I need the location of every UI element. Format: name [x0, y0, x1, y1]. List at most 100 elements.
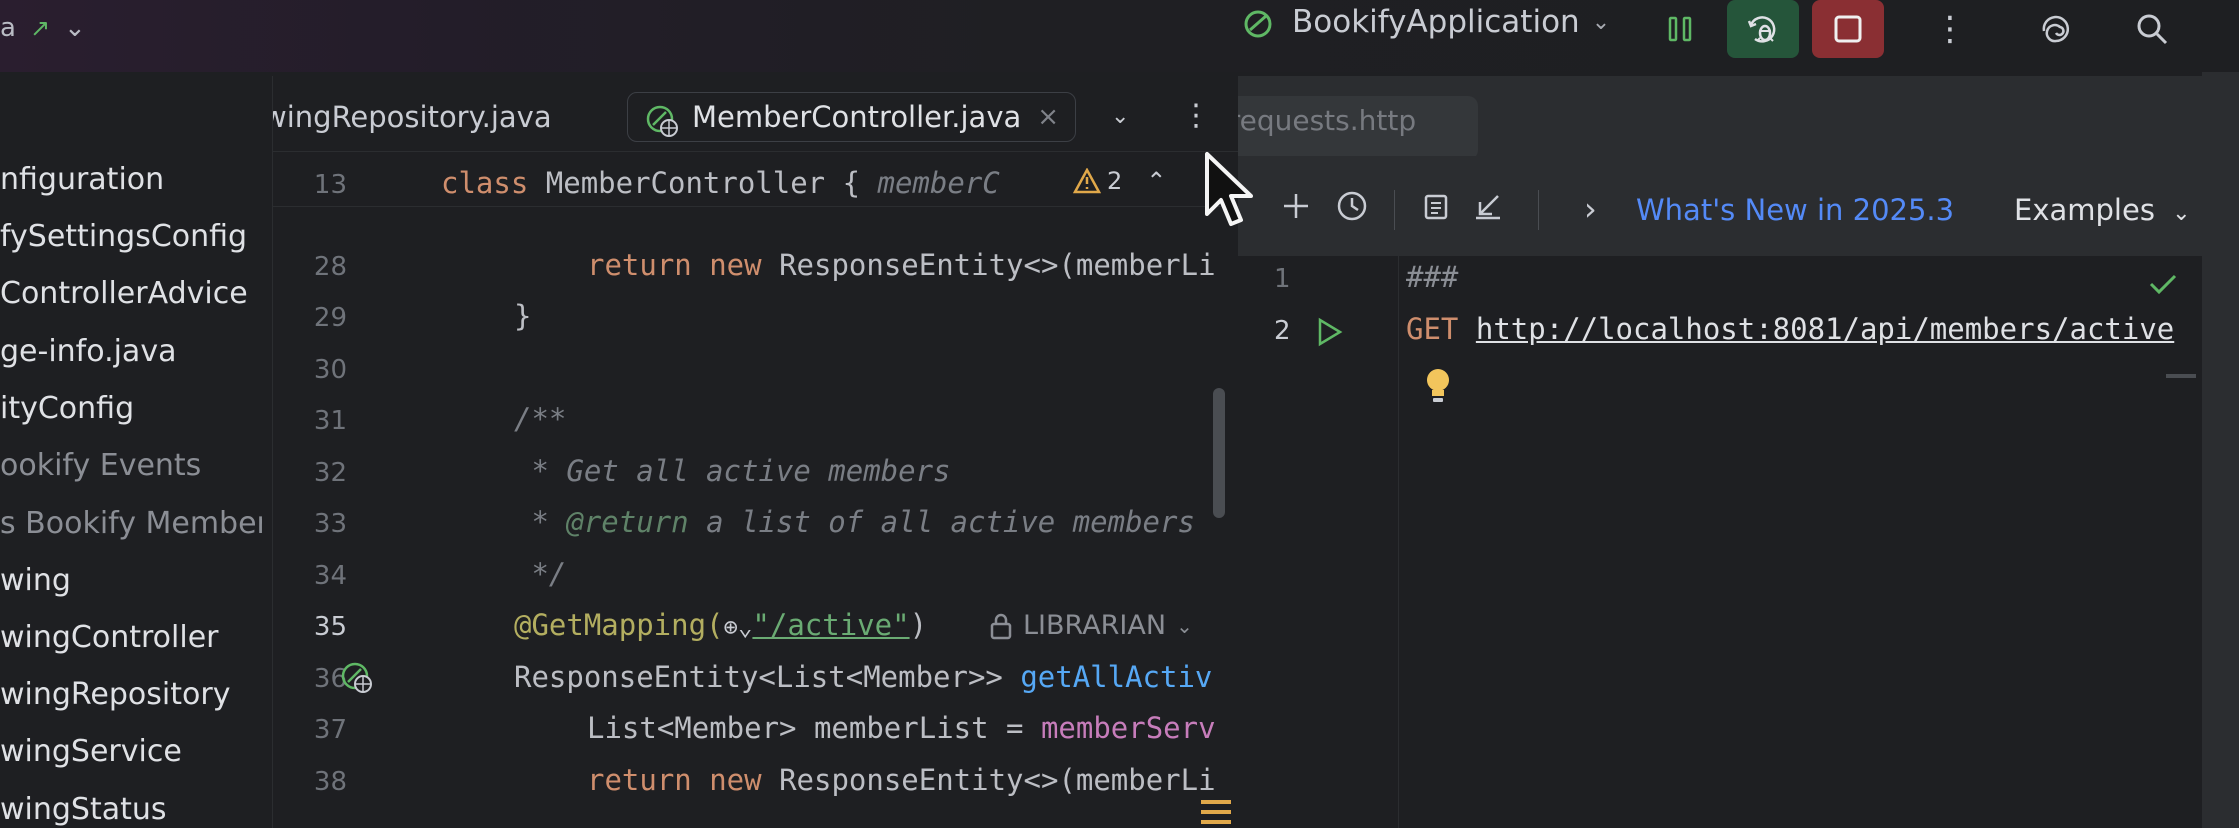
- examples-dropdown[interactable]: Examples ⌄: [2014, 193, 2191, 227]
- ai-assistant-icon: [2042, 15, 2070, 43]
- keyword: return new: [587, 763, 762, 797]
- globe-icon[interactable]: ⊕⌄: [724, 613, 753, 641]
- warning-icon: [1073, 168, 1101, 194]
- code-line: ResponseEntity<List<Member>> getAllActiv: [514, 660, 1212, 694]
- error-stripe-marker[interactable]: [1201, 800, 1231, 804]
- tree-item[interactable]: wingController: [0, 620, 219, 660]
- code-line: return new ResponseEntity<>(memberLi: [587, 248, 1216, 282]
- project-tree: nfiguration fySettingsConfig ControllerA…: [0, 76, 262, 828]
- line-number: 1: [1274, 264, 1291, 294]
- line-number-current: 35: [313, 612, 347, 642]
- mouse-cursor-icon: [1205, 152, 1253, 226]
- breadcrumb-chevron-icon[interactable]: ›: [1584, 190, 1597, 228]
- tree-item[interactable]: ookify Events: [0, 448, 201, 488]
- import-icon: [1476, 195, 1500, 220]
- line-number: 36: [313, 664, 347, 694]
- tab-borrowing-repository[interactable]: wingRepository.java: [273, 92, 552, 142]
- stop-icon: [1834, 15, 1862, 43]
- code-comment: * Get all active members: [514, 454, 951, 488]
- line-number: 33: [313, 509, 347, 539]
- security-role-hint[interactable]: LIBRARIAN ⌄: [989, 610, 1193, 641]
- endpoint-gutter-icon[interactable]: [339, 660, 375, 696]
- keyword: class: [441, 166, 529, 200]
- chevron-down-icon: ⌄: [1591, 9, 1611, 35]
- toolbar-separator: [1538, 190, 1539, 230]
- tabs-dropdown-icon[interactable]: ⌄: [1111, 104, 1129, 129]
- tree-item[interactable]: wingService: [0, 734, 182, 774]
- pause-button[interactable]: [1644, 0, 1716, 58]
- code-comment: /**: [514, 402, 567, 436]
- search-icon: [2137, 14, 2168, 45]
- spring-boot-icon: [1244, 10, 1272, 38]
- spring-controller-icon: [646, 105, 678, 137]
- request-separator: ###: [1406, 260, 1459, 294]
- line-number: 38: [313, 767, 347, 797]
- previous-highlight-icon[interactable]: ⌃: [1146, 167, 1166, 195]
- lightbulb-icon[interactable]: [1422, 366, 1454, 406]
- chevron-down-icon: ⌄: [1176, 613, 1193, 638]
- code-comment: *: [514, 505, 567, 539]
- tree-item[interactable]: ityConfig: [0, 391, 134, 431]
- copy-icon: [1424, 194, 1448, 220]
- tree-item[interactable]: fySettingsConfig: [0, 219, 247, 259]
- code-editor: wingRepository.java MemberController.jav…: [272, 76, 1238, 828]
- debug-icon: [1747, 16, 1776, 43]
- javadoc-tag: @return: [566, 505, 689, 539]
- code-text: ResponseEntity<>(memberLi: [761, 763, 1216, 797]
- plus-icon: [1284, 194, 1308, 218]
- run-configuration-selector[interactable]: BookifyApplication ⌄: [1240, 2, 1610, 42]
- keyword: return new: [587, 248, 762, 282]
- editor-scrollbar[interactable]: [1213, 388, 1225, 518]
- code-line: return new ResponseEntity<>(memberLi: [587, 763, 1216, 797]
- code-text: ResponseEntity<List<Member>>: [514, 660, 1021, 694]
- history-button[interactable]: [1334, 188, 1370, 233]
- tab-label: MemberController.java: [692, 100, 1022, 134]
- code-text: List<Member> memberList =: [587, 711, 1041, 745]
- code-text: ): [909, 608, 928, 642]
- inspection-widget[interactable]: 2 ⌃: [1073, 167, 1166, 195]
- role-label: LIBRARIAN: [1023, 610, 1167, 641]
- debug-button[interactable]: [1727, 0, 1799, 58]
- import-button[interactable]: [1470, 188, 1506, 233]
- code-line: * @return a list of all active members: [514, 505, 1195, 539]
- line-number: 34: [313, 561, 347, 591]
- more-actions-button[interactable]: ⋮: [1914, 0, 1986, 58]
- history-icon: [1337, 191, 1367, 221]
- code-comment: a list of all active members: [688, 505, 1195, 539]
- tree-item[interactable]: wing: [0, 563, 71, 603]
- method-name: getAllActiv: [1020, 660, 1213, 694]
- tree-item[interactable]: ControllerAdvice: [0, 276, 248, 316]
- http-client-panel: generated-requests.http › What's New in …: [1238, 76, 2202, 828]
- add-request-button[interactable]: [1278, 188, 1314, 233]
- search-everywhere-button[interactable]: [2116, 0, 2188, 58]
- code-comment: */: [514, 557, 567, 591]
- project-widget[interactable]: a ↗ ⌄: [0, 8, 86, 48]
- sticky-code-line: class MemberController { memberC: [441, 166, 1000, 200]
- line-number: 30: [313, 355, 347, 385]
- code-text: MemberController {: [528, 166, 861, 200]
- ai-assistant-button[interactable]: [2020, 0, 2092, 58]
- vcs-arrow-icon: ↗: [29, 14, 51, 42]
- close-icon[interactable]: ×: [1037, 102, 1059, 132]
- stop-button[interactable]: [1812, 0, 1884, 58]
- tab-member-controller[interactable]: MemberController.java ×: [627, 92, 1077, 142]
- whats-new-link[interactable]: What's New in 2025.3: [1636, 193, 1954, 227]
- request-url[interactable]: http://localhost:8081/api/members/active: [1476, 312, 2174, 346]
- tree-item[interactable]: wingRepository: [0, 677, 230, 717]
- tabs-more-icon[interactable]: ⋮: [1181, 98, 1211, 133]
- tree-item[interactable]: ge-info.java: [0, 334, 176, 374]
- tree-item[interactable]: s Bookify Members: [0, 506, 262, 546]
- run-request-icon[interactable]: [1314, 316, 1344, 348]
- tree-item[interactable]: wingStatus: [0, 792, 167, 828]
- chevron-down-icon: ⌄: [2172, 201, 2191, 226]
- right-tool-window-strip: [2202, 72, 2239, 828]
- main-toolbar: a ↗ ⌄ BookifyApplication ⌄ ⋮: [0, 0, 2239, 72]
- toolbar-separator: [1394, 190, 1395, 230]
- lock-icon: [990, 613, 1012, 639]
- string-literal: "/active": [752, 608, 910, 642]
- inline-hint: memberC: [877, 166, 1000, 200]
- convert-button[interactable]: [1418, 188, 1454, 233]
- tree-item[interactable]: nfiguration: [0, 162, 164, 202]
- http-method: GET: [1406, 312, 1459, 346]
- code-line: @GetMapping(⊕⌄"/active"): [514, 608, 927, 642]
